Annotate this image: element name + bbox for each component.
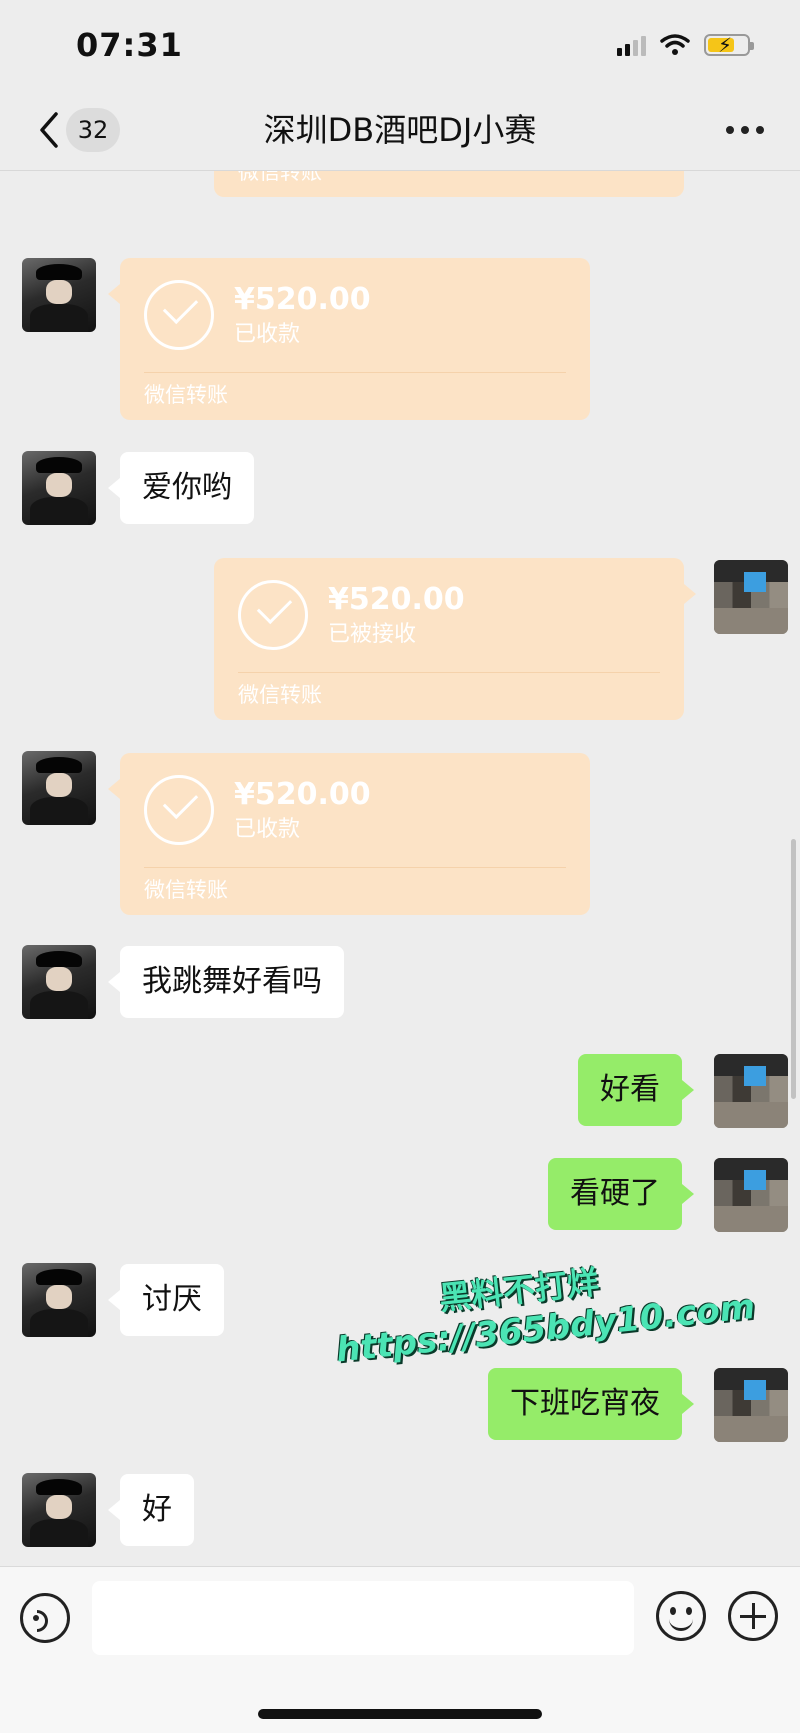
transfer-amount: ¥520.00 <box>328 582 465 617</box>
transfer-footer-label: 微信转账 <box>238 683 322 707</box>
transfer-card[interactable]: 微信转账 <box>214 171 684 197</box>
avatar[interactable] <box>22 451 96 525</box>
message-bubble[interactable]: 好看 <box>578 1054 694 1126</box>
more-options-icon[interactable] <box>726 126 764 134</box>
message-bubble[interactable]: 我跳舞好看吗 <box>108 946 344 1018</box>
transfer-status: 已收款 <box>234 322 301 347</box>
voice-input-icon[interactable] <box>20 1593 70 1643</box>
message-bubble[interactable]: 看硬了 <box>548 1158 694 1230</box>
transfer-card[interactable]: ¥520.00 已收款 微信转账 <box>108 753 590 915</box>
divider <box>238 672 660 673</box>
check-circle-icon <box>144 775 214 845</box>
avatar[interactable] <box>714 560 788 634</box>
check-circle-icon <box>238 580 308 650</box>
avatar[interactable] <box>22 1473 96 1547</box>
emoji-icon[interactable] <box>656 1591 706 1641</box>
chat-header: 32 深圳DB酒吧DJ小赛 <box>0 90 800 171</box>
transfer-footer-label: 微信转账 <box>144 878 228 902</box>
avatar[interactable] <box>714 1158 788 1232</box>
scrollbar[interactable] <box>791 839 796 1099</box>
transfer-amount: ¥520.00 <box>234 282 371 317</box>
avatar[interactable] <box>714 1054 788 1128</box>
cellular-signal-icon <box>617 34 646 56</box>
transfer-amount: ¥520.00 <box>234 777 371 812</box>
message-bubble[interactable]: 讨厌 <box>108 1264 224 1336</box>
divider <box>144 372 566 373</box>
message-input[interactable] <box>92 1581 634 1655</box>
message-bubble[interactable]: 下班吃宵夜 <box>488 1368 694 1440</box>
input-bar <box>0 1566 800 1733</box>
avatar[interactable] <box>22 945 96 1019</box>
avatar[interactable] <box>22 258 96 332</box>
status-bar: 07:31 ⚡ <box>0 0 800 90</box>
battery-icon: ⚡ <box>704 34 754 56</box>
avatar[interactable] <box>22 751 96 825</box>
transfer-card[interactable]: ¥520.00 已收款 微信转账 <box>108 258 590 420</box>
transfer-status: 已被接收 <box>328 622 417 647</box>
transfer-status: 已收款 <box>234 817 301 842</box>
transfer-footer-label: 微信转账 <box>144 383 228 407</box>
divider <box>144 867 566 868</box>
transfer-footer-label: 微信转账 <box>238 171 322 184</box>
status-icons: ⚡ <box>617 30 754 60</box>
plus-icon[interactable] <box>728 1591 778 1641</box>
check-circle-icon <box>144 280 214 350</box>
message-bubble[interactable]: 爱你哟 <box>108 452 254 524</box>
avatar[interactable] <box>22 1263 96 1337</box>
chat-title: 深圳DB酒吧DJ小赛 <box>263 111 537 149</box>
home-indicator[interactable] <box>258 1709 542 1719</box>
message-bubble[interactable]: 好 <box>108 1474 194 1546</box>
status-time: 07:31 <box>76 26 183 64</box>
avatar[interactable] <box>714 1368 788 1442</box>
wifi-icon <box>660 34 690 55</box>
transfer-card[interactable]: ¥520.00 已被接收 微信转账 <box>214 558 696 720</box>
